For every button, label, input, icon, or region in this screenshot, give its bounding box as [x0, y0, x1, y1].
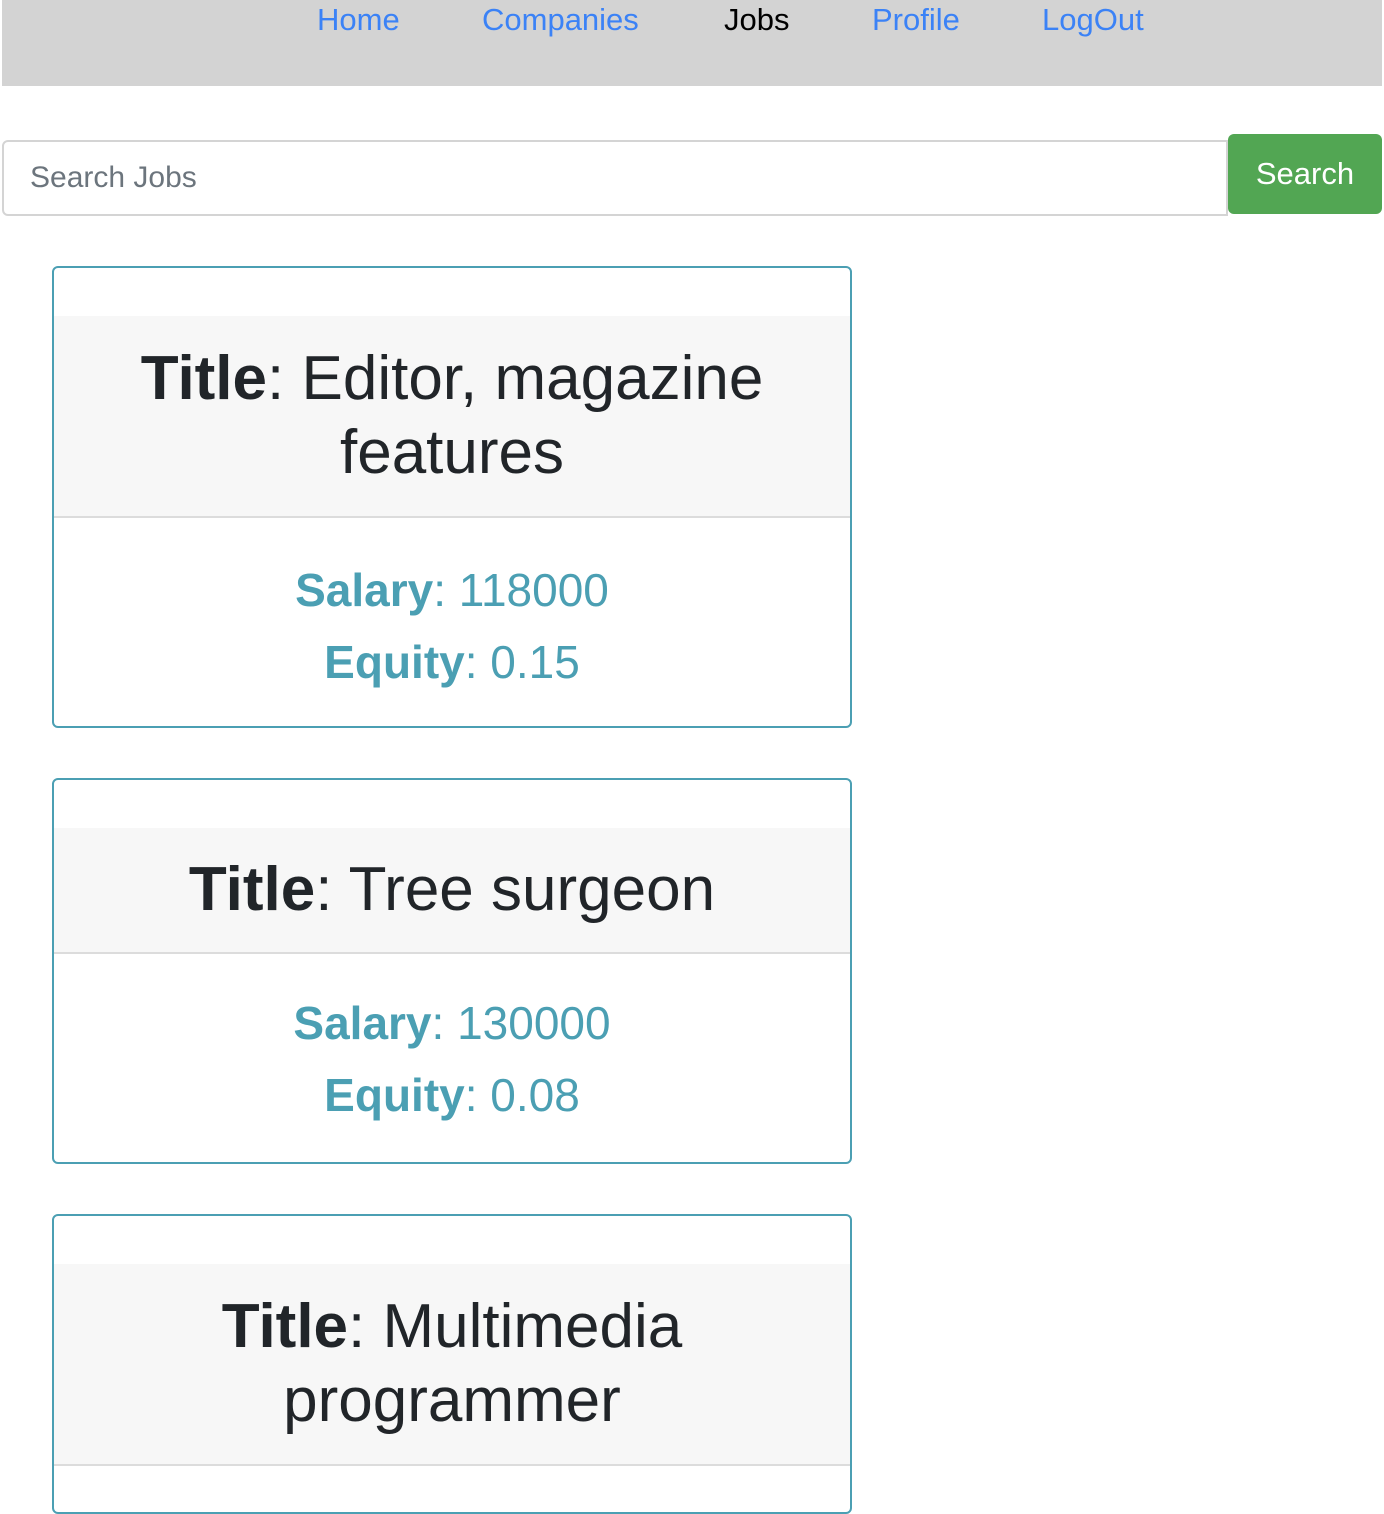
job-card-header: Title: Multimedia programmer [54, 1264, 850, 1466]
navbar: Home Companies Jobs Profile LogOut [2, 0, 1382, 86]
job-card[interactable]: Title: Editor, magazine features Salary:… [52, 266, 852, 728]
job-salary: Salary: 118000 [295, 564, 609, 616]
job-title: Title: Editor, magazine features [140, 344, 764, 487]
nav-link-jobs[interactable]: Jobs [724, 2, 789, 38]
job-salary: Salary: 130000 [293, 997, 611, 1049]
nav-link-home[interactable]: Home [317, 2, 400, 38]
job-card-header: Title: Tree surgeon [54, 828, 850, 954]
job-card-body: Salary: 130000 Equity: 0.08 [54, 987, 850, 1131]
job-card-body: Salary: 118000 Equity: 0.15 [54, 554, 850, 698]
job-title: Title: Multimedia programmer [221, 1292, 683, 1435]
job-equity: Equity: 0.15 [324, 636, 580, 688]
search-input[interactable] [2, 140, 1228, 216]
job-card-header: Title: Editor, magazine features [54, 316, 850, 518]
job-card[interactable]: Title: Tree surgeon Salary: 130000 Equit… [52, 778, 852, 1164]
nav-link-profile[interactable]: Profile [872, 2, 960, 38]
nav-link-logout[interactable]: LogOut [1042, 2, 1144, 38]
nav-link-companies[interactable]: Companies [482, 2, 639, 38]
job-title: Title: Tree surgeon [188, 855, 716, 924]
search-button[interactable]: Search [1228, 134, 1382, 214]
job-equity: Equity: 0.08 [324, 1069, 580, 1121]
job-card[interactable]: Title: Multimedia programmer [52, 1214, 852, 1514]
